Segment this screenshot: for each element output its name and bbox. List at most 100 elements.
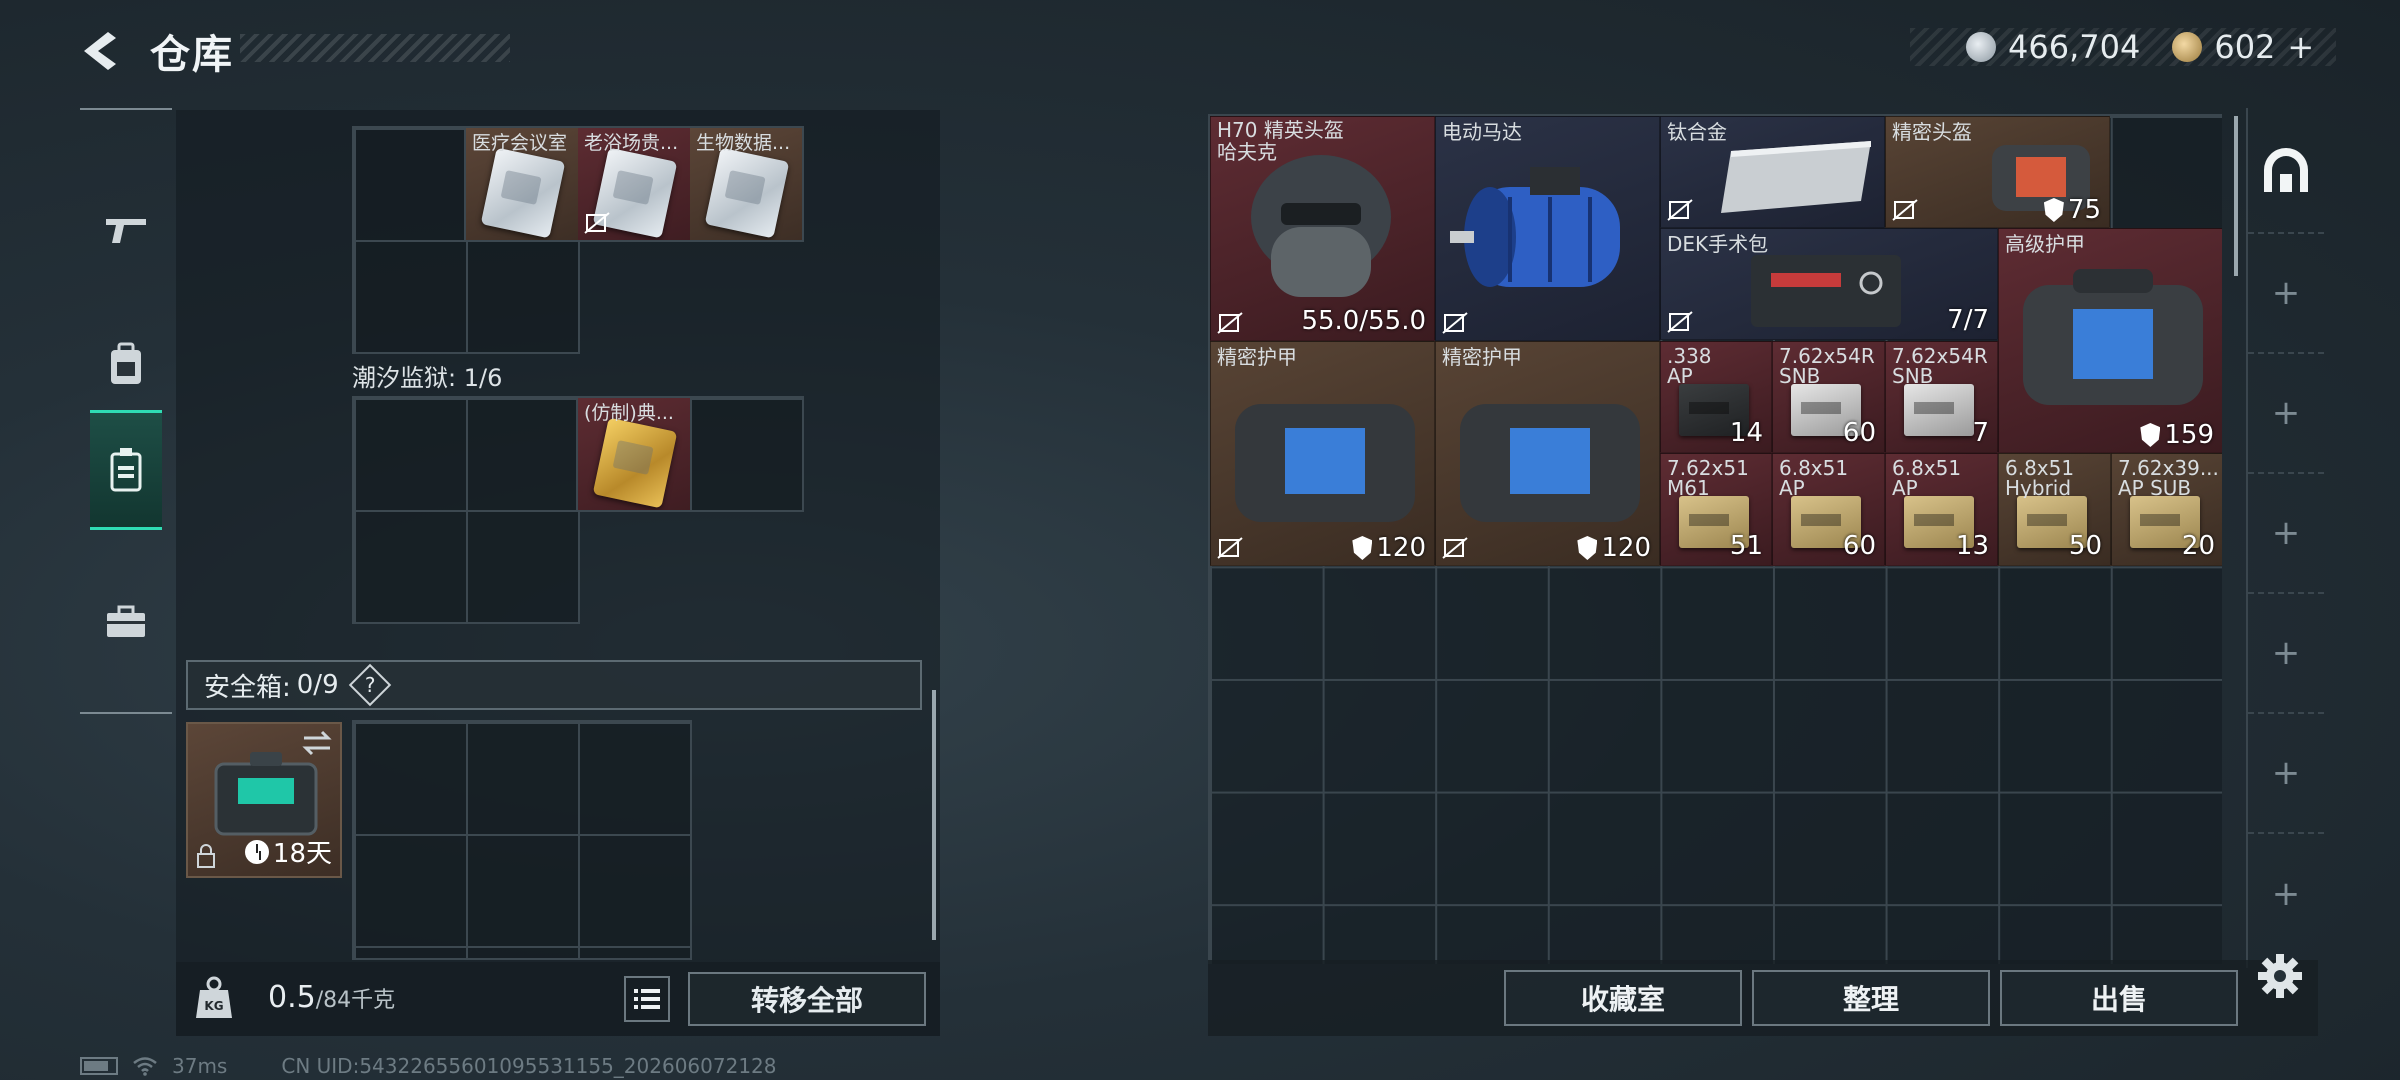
stash-item-ammo[interactable]: .338 AP 14 [1660, 341, 1772, 453]
safe-box-count: 0/9 [296, 670, 339, 700]
keycard-icon [480, 147, 566, 239]
backpack-icon [111, 342, 141, 384]
safe-case-icon [214, 752, 318, 836]
vest-icon [110, 448, 142, 492]
transfer-all-button[interactable]: 转移全部 [688, 972, 926, 1026]
ping-readout: 37ms [172, 1054, 228, 1078]
status-bar: 37ms CN UID:54322655601095531155_2026060… [80, 1054, 777, 1078]
add-gold-button[interactable]: + [2287, 28, 2314, 66]
no-trade-icon [1892, 199, 1918, 221]
no-trade-icon [1442, 537, 1468, 559]
sort-button[interactable]: 整理 [1752, 970, 1990, 1026]
stash-page-tabs: + + + + + + [2246, 108, 2324, 968]
safe-expiry: 18天 [244, 833, 332, 870]
plus-icon: + [2271, 753, 2301, 793]
medkit-icon [1751, 255, 1901, 327]
no-trade-icon [1217, 537, 1243, 559]
ammo-box-icon [1904, 384, 1974, 436]
stash-item-advanced-armor[interactable]: 高级护甲 159 [1998, 228, 2222, 453]
stash-item-ammo[interactable]: 7.62x51 M61 51 [1660, 453, 1772, 566]
svg-text:KG: KG [204, 999, 223, 1013]
left-scrollbar[interactable] [932, 690, 936, 940]
stash-grid[interactable]: H70 精英头盔 哈夫克 55.0/55.0 电动马达 钛合金 精密头盔 75 … [1208, 114, 2222, 964]
no-trade-icon [584, 212, 610, 234]
stash-item-titanium-alloy[interactable]: 钛合金 [1660, 116, 1885, 228]
gold-keycard-icon [592, 417, 678, 509]
lock-icon [197, 844, 215, 868]
gear-icon[interactable] [2256, 952, 2304, 1000]
page-title: 仓库 [150, 32, 234, 78]
nav-tab-backpacks[interactable] [90, 304, 162, 424]
weight-readout: 0.5/84千克 [268, 980, 396, 1015]
stash-page-add[interactable]: + [2248, 834, 2324, 954]
safe-box-label: 安全箱: [204, 672, 291, 703]
sell-button[interactable]: 出售 [2000, 970, 2238, 1026]
helmet-icon [1251, 155, 1391, 297]
stash-item-ammo[interactable]: 6.8x51 Hybrid 50 [1998, 453, 2111, 566]
stash-footer: 收藏室 整理 出售 [1208, 960, 2318, 1036]
stash-page-add[interactable]: + [2248, 594, 2324, 714]
stash-item-precision-armor[interactable]: 精密护甲 120 [1210, 341, 1435, 566]
currency-bar: 466,704 602 + [1910, 28, 2336, 66]
stash-item-h70-helmet[interactable]: H70 精英头盔 哈夫克 55.0/55.0 [1210, 116, 1435, 341]
safe-box-grid[interactable] [352, 720, 692, 960]
plus-icon: + [2271, 633, 2301, 673]
durability: 159 [2140, 420, 2214, 450]
no-trade-icon [1667, 311, 1693, 333]
shield-icon [1352, 536, 1373, 560]
keycard-item[interactable]: (仿制)典... [578, 398, 690, 510]
toolbox-icon [107, 605, 145, 637]
titanium-plate-icon [1721, 141, 1871, 213]
armor-icon [2023, 269, 2203, 405]
stash-page-add[interactable]: + [2248, 714, 2324, 834]
stash-item-ammo[interactable]: 7.62x54R SNB 7 [1885, 341, 1998, 453]
stash-page-add[interactable]: + [2248, 474, 2324, 594]
keycard-item[interactable]: 老浴场贵... [578, 128, 690, 240]
stash-item-dek-surgical-kit[interactable]: DEK手术包 7/7 [1660, 228, 1998, 340]
nav-tab-toolboxes[interactable] [90, 562, 162, 682]
stash-page-add[interactable]: + [2248, 234, 2324, 354]
stash-item-precision-helmet[interactable]: 精密头盔 75 [1885, 116, 2110, 228]
list-view-button[interactable] [624, 976, 670, 1022]
wifi-icon [133, 1057, 157, 1076]
durability: 120 [1352, 533, 1426, 563]
stash-item-precision-armor[interactable]: 精密护甲 120 [1435, 341, 1660, 566]
help-icon[interactable]: ? [348, 663, 391, 707]
keycard-icon [704, 147, 790, 239]
stash-scrollbar[interactable] [2234, 116, 2238, 276]
plus-icon: + [2271, 393, 2301, 433]
shield-icon [1577, 536, 1598, 560]
armor-icon [1235, 404, 1415, 522]
gold-amount: 602 [2214, 28, 2276, 66]
safe-case-item[interactable]: 18天 [186, 722, 342, 878]
battery-icon [80, 1057, 118, 1075]
nav-tab-weapons[interactable] [90, 170, 162, 290]
left-footer: KG 0.5/84千克 转移全部 [176, 962, 940, 1036]
safe-box-header: 安全箱: 0/9 ? [186, 660, 922, 710]
stash-item-ammo[interactable]: 6.8x51 AP 60 [1772, 453, 1885, 566]
stash-item-ammo[interactable]: 7.62x39... AP SUB 20 [2111, 453, 2222, 566]
shield-icon [2043, 198, 2064, 222]
back-arrow-icon[interactable] [78, 28, 124, 74]
silver-coin-icon [1966, 32, 1996, 62]
swap-icon[interactable] [302, 730, 332, 756]
container-grid-prison[interactable] [352, 396, 580, 624]
collection-room-button[interactable]: 收藏室 [1504, 970, 1742, 1026]
stash-page-main[interactable] [2248, 108, 2324, 234]
durability: 120 [1577, 533, 1651, 563]
stash-page-add[interactable]: + [2248, 354, 2324, 474]
stash-item-ammo[interactable]: 7.62x54R SNB 60 [1772, 341, 1885, 453]
weapon-icon [106, 219, 146, 243]
title-decoration [240, 34, 510, 62]
weight-icon: KG [196, 976, 232, 1018]
no-trade-icon [1667, 199, 1693, 221]
shield-icon [2140, 423, 2161, 447]
stash-item-electric-motor[interactable]: 电动马达 [1435, 116, 1660, 341]
keycard-item[interactable]: 生物数据... [690, 128, 802, 240]
category-nav [80, 108, 172, 714]
nav-tab-vests[interactable] [90, 410, 162, 530]
keycard-item[interactable]: 医疗会议室 [466, 128, 578, 240]
stash-item-ammo[interactable]: 6.8x51 AP 13 [1885, 453, 1998, 566]
silver-amount: 466,704 [2008, 28, 2141, 66]
plus-icon: + [2271, 874, 2301, 914]
